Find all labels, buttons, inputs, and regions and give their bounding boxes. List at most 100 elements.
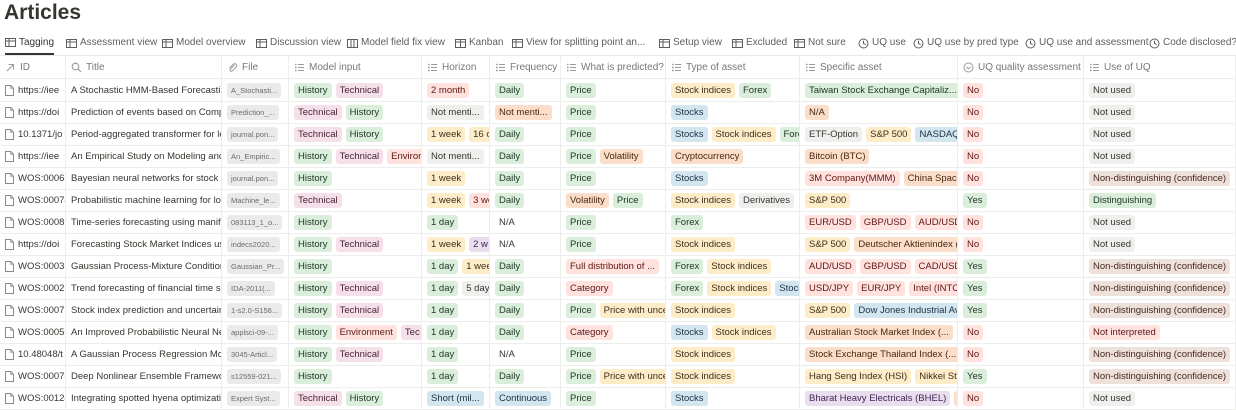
model-input-cell[interactable]: Technical History [289,101,422,123]
file-chip[interactable]: A_Stochasti... [227,82,282,98]
frequency-cell[interactable]: Daily [490,255,561,277]
uq-quality-cell[interactable]: Yes [958,299,1084,321]
column-header-asset-type[interactable]: Type of asset [666,56,800,78]
file-chip[interactable]: Prediction_... [227,104,279,120]
file-chip[interactable]: indecs2020... [227,236,280,252]
id-cell[interactable]: 10.48048/t [0,343,66,365]
file-chip[interactable]: s12559-021... [227,368,281,384]
predicted-cell[interactable]: Category [561,321,666,343]
file-cell[interactable]: Gaussian_Pr... [222,255,289,277]
uq-quality-cell[interactable]: Yes [958,277,1084,299]
uq-quality-cell[interactable]: No [958,321,1084,343]
frequency-cell[interactable]: Daily [490,321,561,343]
frequency-cell[interactable]: N/A [490,211,561,233]
horizon-cell[interactable]: Short (mil... [422,387,490,409]
column-header-uq-quality[interactable]: UQ quality assessment [958,56,1084,78]
uq-quality-cell[interactable]: No [958,167,1084,189]
file-cell[interactable]: An_Empiric... [222,145,289,167]
horizon-cell[interactable]: 1 day [422,299,490,321]
uq-use-cell[interactable]: Distinguishing [1084,189,1236,211]
column-header-model-input[interactable]: Model input [289,56,422,78]
column-header-predicted[interactable]: What is predicted? [561,56,666,78]
column-header-file[interactable]: File [222,56,289,78]
view-tab[interactable]: Kanban [455,32,503,54]
title-cell[interactable]: An Empirical Study on Modeling and [66,145,222,167]
uq-use-cell[interactable]: Non-distinguishing (confidence) [1084,343,1236,365]
asset-type-cell[interactable]: Cryptocurrency [666,145,800,167]
specific-asset-cell[interactable]: N/A [800,101,958,123]
asset-type-cell[interactable]: Stock indices Derivatives [666,189,800,211]
file-chip[interactable]: journal.pon... [227,126,279,142]
column-header-horizon[interactable]: Horizon [422,56,490,78]
frequency-cell[interactable]: Daily [490,299,561,321]
file-chip[interactable]: journal.pon... [227,170,279,186]
predicted-cell[interactable]: Volatility Price [561,189,666,211]
id-cell[interactable]: WOS:00071 [0,365,66,387]
uq-quality-cell[interactable]: No [958,343,1084,365]
predicted-cell[interactable]: Price Volatility [561,145,666,167]
specific-asset-cell[interactable]: AUD/USD GBP/USD CAD/USD [800,255,958,277]
title-cell[interactable]: Time-series forecasting using manifo [66,211,222,233]
title-cell[interactable]: Prediction of events based on Compl [66,101,222,123]
uq-quality-cell[interactable]: No [958,101,1084,123]
file-chip[interactable]: An_Empiric... [227,148,280,164]
uq-use-cell[interactable]: Not used [1084,233,1236,255]
title-cell[interactable]: A Gaussian Process Regression Mode [66,343,222,365]
model-input-cell[interactable]: History [289,255,422,277]
table-row[interactable]: https://doi Forecasting Stock Market Indi… [0,233,1236,256]
predicted-cell[interactable]: Full distribution of ... [561,255,666,277]
title-cell[interactable]: Stock index prediction and uncertain [66,299,222,321]
view-tab[interactable]: Discussion view [256,32,341,54]
predicted-cell[interactable]: Price [561,167,666,189]
asset-type-cell[interactable]: StocksStock indicesFore [666,123,800,145]
model-input-cell[interactable]: History Technical [289,299,422,321]
view-tab[interactable]: UQ use and assessment [1025,32,1149,54]
frequency-cell[interactable]: Daily [490,365,561,387]
horizon-cell[interactable]: 1 day [422,365,490,387]
file-cell[interactable]: s12559-021... [222,365,289,387]
horizon-cell[interactable]: 1 week 2 w [422,233,490,255]
title-cell[interactable]: A Stochastic HMM-Based Forecasting [66,79,222,101]
title-cell[interactable]: Integrating spotted hyena optimizati [66,387,222,409]
column-header-specific-asset[interactable]: Specific asset [800,56,958,78]
asset-type-cell[interactable]: ForexStock indicesStock [666,277,800,299]
predicted-cell[interactable]: Price [561,211,666,233]
id-cell[interactable]: https://doi [0,101,66,123]
view-tab[interactable]: Assessment view [66,32,157,54]
uq-use-cell[interactable]: Non-distinguishing (confidence) [1084,167,1236,189]
id-cell[interactable]: WOS:00074 [0,189,66,211]
title-cell[interactable]: Period-aggregated transformer for le [66,123,222,145]
file-cell[interactable]: Expert Syst... [222,387,289,409]
view-tab[interactable]: UQ use by pred type [913,32,1019,54]
table-row[interactable]: 10.48048/t A Gaussian Process Regression … [0,343,1236,366]
file-cell[interactable]: 083113_1_o... [222,211,289,233]
view-tab[interactable]: UQ use [858,32,906,54]
frequency-cell[interactable]: Daily [490,123,561,145]
asset-type-cell[interactable]: Stocks Stock indices [666,321,800,343]
model-input-cell[interactable]: History Technical [289,343,422,365]
specific-asset-cell[interactable]: EUR/USD GBP/USD AUD/USD [800,211,958,233]
id-cell[interactable]: WOS:00038 [0,255,66,277]
view-tab[interactable]: Excluded [732,32,787,54]
horizon-cell[interactable]: 1 day [422,343,490,365]
table-row[interactable]: WOS:00068 Bayesian neural networks for st… [0,167,1236,190]
predicted-cell[interactable]: Price [561,343,666,365]
horizon-cell[interactable]: 1 week 16 c [422,123,490,145]
horizon-cell[interactable]: 1 week3 we [422,189,490,211]
uq-use-cell[interactable]: Not used [1084,79,1236,101]
specific-asset-cell[interactable]: Taiwan Stock Exchange Capitaliz... [800,79,958,101]
horizon-cell[interactable]: 1 day [422,321,490,343]
title-cell[interactable]: Deep Nonlinear Ensemble Framewor [66,365,222,387]
asset-type-cell[interactable]: Stock indices [666,343,800,365]
view-tab[interactable]: View for splitting point an... [512,32,645,54]
uq-use-cell[interactable]: Not used [1084,123,1236,145]
asset-type-cell[interactable]: Forex [666,211,800,233]
frequency-cell[interactable]: Daily [490,277,561,299]
specific-asset-cell[interactable]: USD/JPY EUR/JPY Intel (INTC) [800,277,958,299]
file-cell[interactable]: journal.pon... [222,167,289,189]
asset-type-cell[interactable]: Stocks [666,101,800,123]
predicted-cell[interactable]: Price [561,387,666,409]
model-input-cell[interactable]: History Technical Environ [289,145,422,167]
asset-type-cell[interactable]: Stock indices [666,299,800,321]
file-chip[interactable]: Expert Syst... [227,390,280,406]
